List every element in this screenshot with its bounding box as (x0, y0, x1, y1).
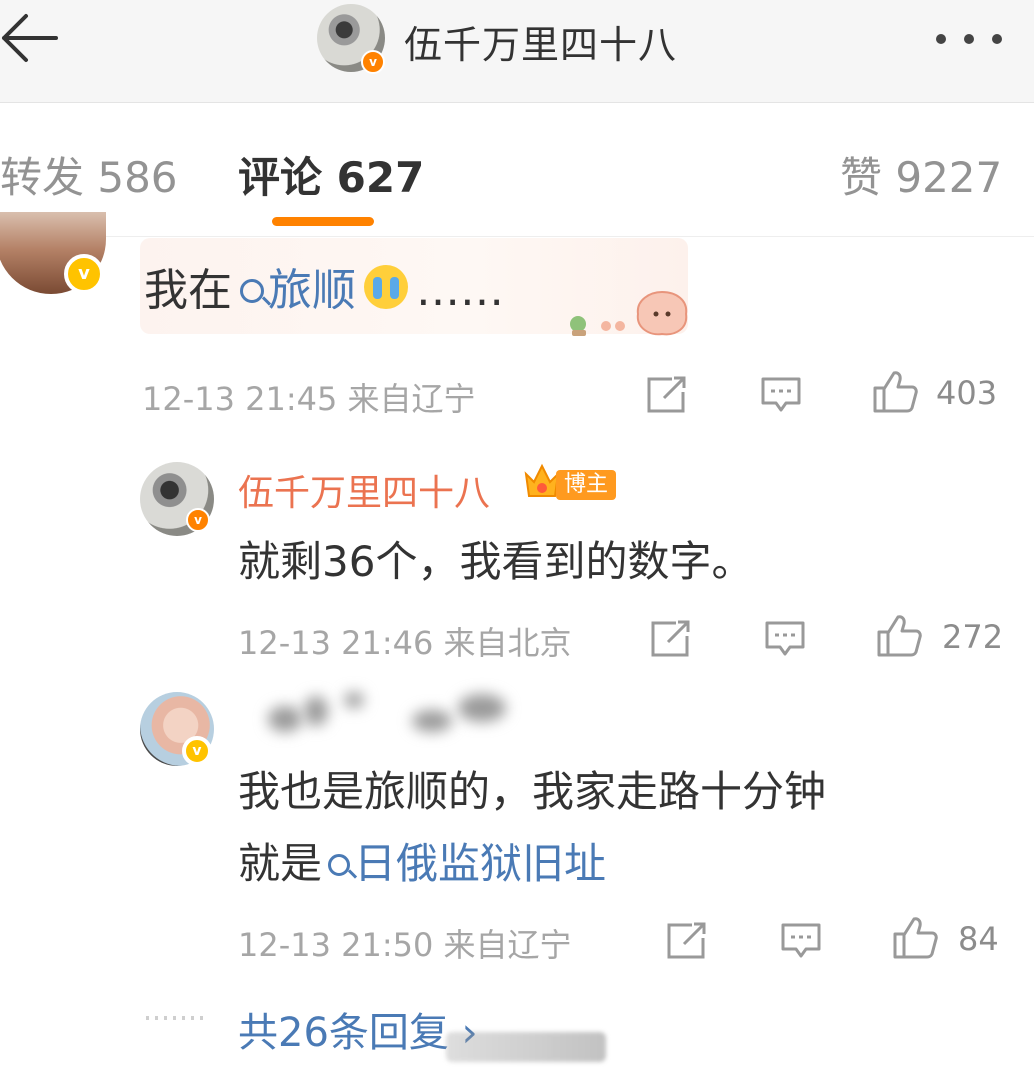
reply-author-name[interactable]: 伍千万里四十八 (238, 464, 490, 516)
search-icon (240, 279, 264, 303)
tab-reposts[interactable]: 转发 586 (0, 144, 178, 205)
verified-badge-icon: v (361, 50, 385, 74)
reply-icon[interactable] (764, 620, 806, 658)
topic-label: 日俄监狱旧址 (354, 839, 607, 888)
reply-location: 来自北京 (443, 624, 572, 662)
reply-text-prefix: 就是 (238, 839, 323, 888)
reply-time: 12-13 21:46 (238, 624, 434, 662)
comment-text-suffix: …… (416, 265, 504, 316)
comment-text-prefix: 我在 (144, 265, 232, 316)
reply-text-line1: 我也是旅顺的，我家走路十分钟 (238, 767, 827, 816)
reply-text: 就剩36个，我看到的数字。 (238, 537, 754, 586)
active-tab-indicator (272, 217, 374, 226)
reply-time: 12-13 21:50 (238, 926, 434, 964)
repost-icon[interactable] (666, 922, 708, 960)
blurred-username[interactable] (262, 686, 524, 738)
like-thumb-icon[interactable] (892, 916, 938, 960)
comment-location: 来自辽宁 (347, 380, 476, 418)
verified-badge-icon: v (186, 508, 210, 532)
top-nav-bar: v 伍千万里四十八 (0, 0, 1034, 103)
like-count: 272 (942, 618, 1004, 656)
divider (0, 236, 1034, 237)
verified-badge-icon: v (64, 254, 104, 294)
reply-icon[interactable] (760, 376, 802, 414)
reply-location: 来自辽宁 (443, 926, 572, 964)
bubble-sticker-icon (570, 290, 688, 336)
like-thumb-icon[interactable] (872, 370, 918, 414)
comment-time: 12-13 21:45 (142, 380, 338, 418)
watermark-logo (446, 1032, 606, 1062)
reply-meta: 12-13 21:46 来自北京 (238, 618, 572, 664)
topic-link[interactable]: 旅顺 (232, 265, 356, 316)
like-count: 84 (958, 920, 999, 958)
like-thumb-icon[interactable] (876, 614, 922, 658)
reply-text-line2: 就是 日俄监狱旧址 (238, 830, 606, 891)
like-count: 403 (936, 374, 998, 412)
blogger-badge: 博主 (522, 460, 618, 506)
crying-face-icon (364, 265, 408, 309)
reply-icon[interactable] (780, 922, 822, 960)
repost-icon[interactable] (646, 376, 688, 414)
dotted-line-divider (146, 1016, 208, 1020)
comment-meta: 12-13 21:45 来自辽宁 (142, 374, 476, 420)
author-name[interactable]: 伍千万里四十八 (404, 14, 677, 69)
tab-comments[interactable]: 评论 627 (238, 144, 424, 205)
blogger-badge-label: 博主 (556, 470, 616, 500)
more-dots-icon[interactable] (930, 26, 1010, 52)
verified-badge-icon: v (182, 736, 212, 766)
author-avatar[interactable]: v (317, 4, 385, 74)
topic-label: 旅顺 (268, 265, 356, 316)
reply-meta: 12-13 21:50 来自辽宁 (238, 920, 572, 966)
view-all-replies-link[interactable]: 共26条回复 › (238, 1000, 478, 1058)
tab-likes[interactable]: 赞 9227 (840, 144, 1002, 205)
topic-link[interactable]: 日俄监狱旧址 (322, 839, 606, 888)
repost-icon[interactable] (650, 620, 692, 658)
search-icon (328, 854, 351, 876)
back-arrow-icon[interactable] (0, 8, 70, 68)
comment-text: 我在 旅顺 …… (144, 254, 504, 318)
